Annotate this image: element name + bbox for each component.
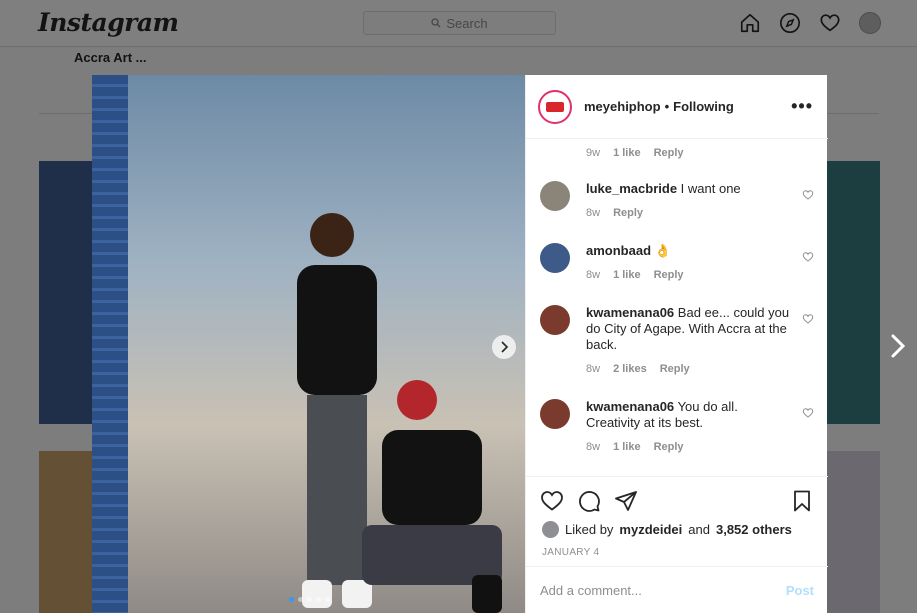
commenter-avatar[interactable] (540, 181, 570, 211)
comment-like-heart-icon[interactable] (802, 189, 814, 201)
comment-time: 8w (586, 441, 601, 453)
carousel-dot (298, 597, 303, 602)
share-send-icon[interactable] (614, 489, 638, 513)
post-header: meyehiphop • Following ••• (526, 75, 828, 139)
comment-likes[interactable]: 1 like (613, 441, 641, 453)
liked-by-prefix: Liked by (565, 522, 614, 537)
save-bookmark-icon[interactable] (790, 489, 814, 513)
reply-button[interactable]: Reply (654, 441, 684, 453)
commenter-username[interactable]: kwamenana06 (586, 399, 674, 414)
comment-like-heart-icon[interactable] (802, 407, 814, 419)
commenter-avatar[interactable] (540, 305, 570, 335)
reply-button[interactable]: Reply (654, 147, 684, 159)
add-comment-input[interactable] (540, 582, 786, 598)
liked-by-and: and (688, 522, 710, 537)
comment-like-heart-icon[interactable] (802, 251, 814, 263)
comment-likes[interactable]: 2 likes (613, 363, 647, 375)
reply-button[interactable]: Reply (613, 207, 643, 219)
carousel-next-button[interactable] (492, 335, 516, 359)
carousel-dot (289, 597, 294, 602)
commenter-username[interactable]: kwamenana06 (586, 305, 674, 320)
following-button[interactable]: Following (673, 99, 734, 114)
comments-list[interactable]: 9w 1 like Reply luke_macbride I want one… (526, 140, 828, 476)
comment-time: 9w (586, 147, 601, 159)
comment-item: 9w 1 like Reply (540, 147, 816, 159)
comment-item: luke_macbride I want one 8w Reply (540, 181, 816, 219)
post-comment-button[interactable]: Post (786, 583, 814, 598)
post-detail-panel: meyehiphop • Following ••• 9w 1 like Rep… (525, 75, 828, 613)
comment-item: kwamenana06 Bad ee... could you do City … (540, 305, 816, 375)
add-comment-bar: Post (526, 566, 828, 613)
like-heart-icon[interactable] (540, 489, 564, 513)
carousel-indicator (289, 597, 330, 602)
post-date[interactable]: JANUARY 4 (542, 547, 599, 558)
next-post-arrow-icon[interactable] (888, 333, 908, 359)
comment-likes[interactable]: 1 like (613, 269, 641, 281)
comment-time: 8w (586, 363, 601, 375)
comment-time: 8w (586, 207, 601, 219)
action-icons (540, 489, 638, 513)
comment-item: amonbaad 👌 8w 1 like Reply (540, 243, 816, 281)
reply-button[interactable]: Reply (660, 363, 690, 375)
comment-like-heart-icon[interactable] (802, 313, 814, 325)
likes-others-count[interactable]: 3,852 others (716, 522, 792, 537)
comment-time: 8w (586, 269, 601, 281)
photo-person-crouching (362, 380, 502, 613)
reply-button[interactable]: Reply (654, 269, 684, 281)
header-separator: • (664, 99, 670, 114)
commenter-username[interactable]: luke_macbride (586, 181, 677, 196)
likes-summary: Liked by myzdeidei and 3,852 others (542, 521, 792, 538)
comment-likes[interactable]: 1 like (613, 147, 641, 159)
comment-text: I want one (680, 181, 741, 196)
comment-item: kwamenana06 You do all. Creativity at it… (540, 399, 816, 453)
carousel-dot (316, 597, 321, 602)
chevron-right-icon (501, 341, 509, 353)
carousel-dot (307, 597, 312, 602)
comment-text: 👌 (654, 243, 671, 258)
comment-bubble-icon[interactable] (577, 489, 601, 513)
owner-avatar[interactable] (538, 89, 572, 124)
commenter-username[interactable]: amonbaad (586, 243, 651, 258)
liker-avatar[interactable] (542, 521, 559, 538)
liker-username[interactable]: myzdeidei (619, 522, 682, 537)
commenter-avatar[interactable] (540, 243, 570, 273)
photo-wall-stripe (92, 75, 128, 613)
more-options-icon[interactable]: ••• (791, 97, 813, 115)
post-photo[interactable] (92, 75, 525, 613)
commenter-avatar[interactable] (540, 399, 570, 429)
post-actions: Liked by myzdeidei and 3,852 others JANU… (526, 476, 828, 566)
carousel-dot (325, 597, 330, 602)
owner-username[interactable]: meyehiphop (584, 99, 661, 114)
